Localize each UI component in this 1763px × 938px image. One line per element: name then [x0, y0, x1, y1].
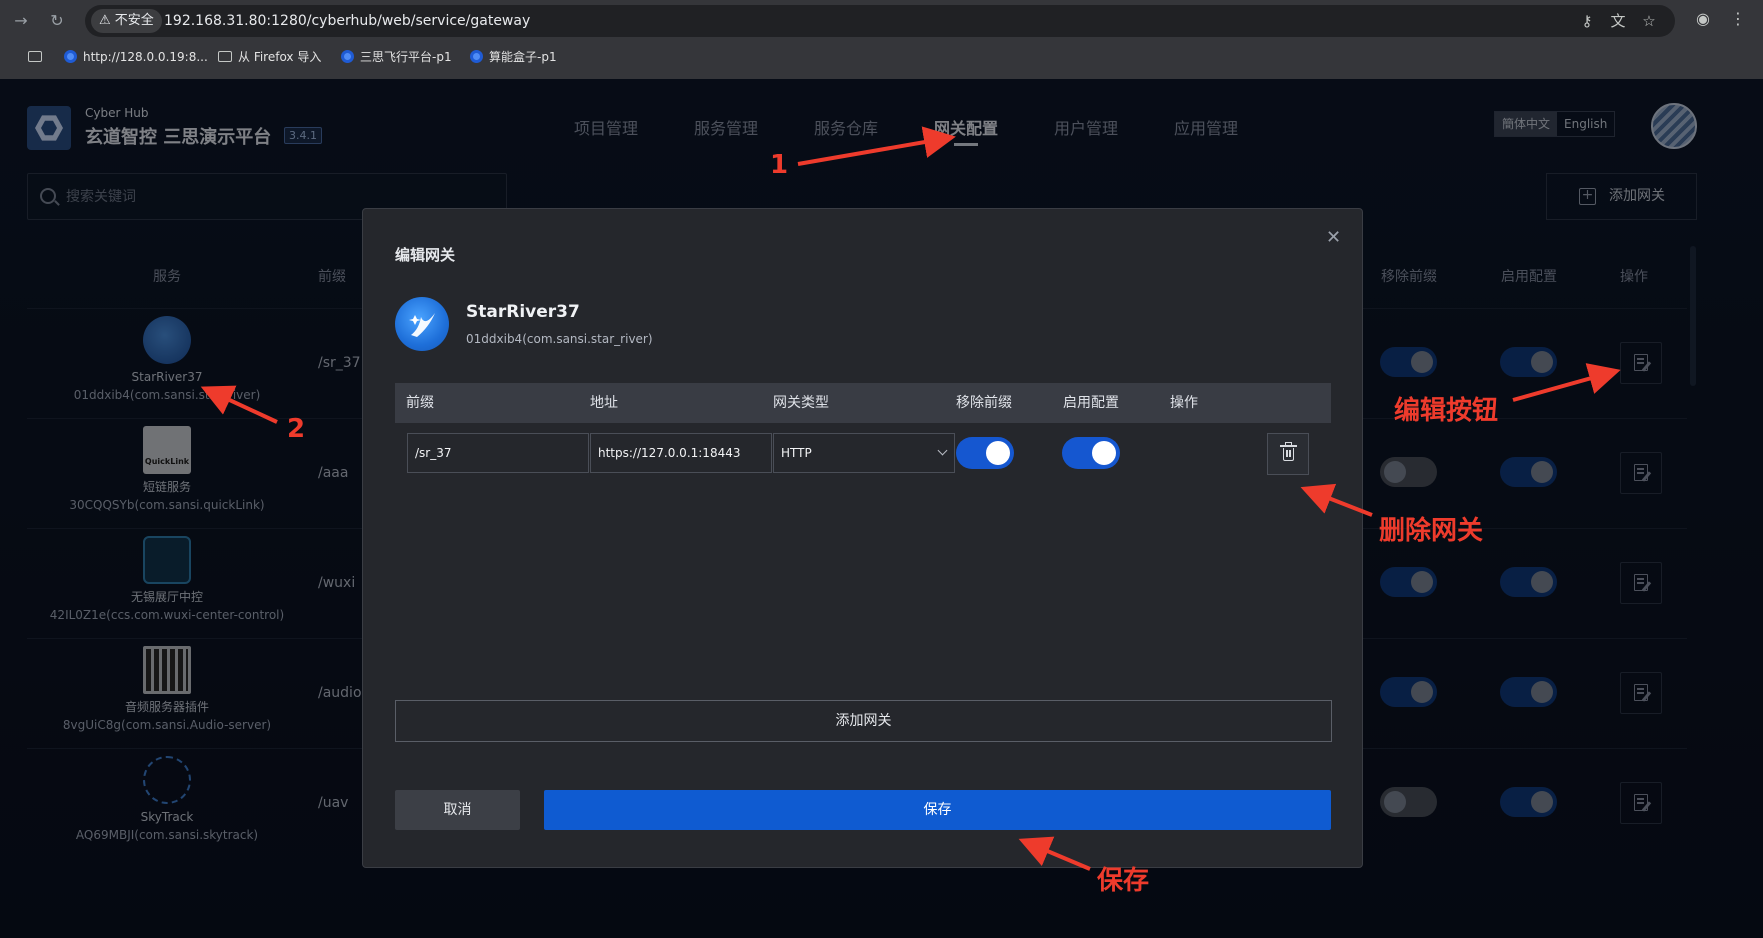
menu-icon[interactable]: ⋮ — [1727, 8, 1749, 30]
col-actions: 操作 — [1170, 395, 1198, 411]
prefix-input[interactable] — [407, 433, 589, 473]
insecure-label: 不安全 — [114, 13, 154, 28]
bookmark-label: 三思飞行平台-p1 — [360, 50, 452, 64]
bookmarks-bar: http://128.0.0.19:8... 从 Firefox 导入 三思飞行… — [0, 44, 1763, 70]
trash-icon — [1280, 442, 1297, 447]
address-input[interactable] — [590, 433, 772, 473]
col-gateway-type: 网关类型 — [773, 395, 829, 411]
bookmark-item[interactable]: 三思飞行平台-p1 — [341, 44, 452, 70]
star-icon[interactable]: ☆ — [1638, 10, 1660, 32]
folder-icon — [218, 51, 232, 62]
col-enabled: 启用配置 — [1063, 395, 1119, 411]
reload-icon[interactable]: ↻ — [44, 8, 70, 34]
star-river-icon — [395, 297, 449, 351]
edit-gateway-dialog: 编辑网关 ✕ StarRiver37 01ddxib4(com.sansi.st… — [362, 208, 1363, 868]
dialog-service-id: 01ddxib4(com.sansi.star_river) — [466, 332, 653, 346]
enabled-toggle[interactable] — [1062, 437, 1120, 469]
globe-icon — [341, 50, 354, 63]
url-text[interactable]: 192.168.31.80:1280/cyberhub/web/service/… — [164, 5, 530, 37]
save-button[interactable]: 保存 — [544, 790, 1331, 830]
chevron-down-icon — [937, 445, 948, 456]
close-icon[interactable]: ✕ — [1326, 227, 1341, 248]
bookmark-label: 从 Firefox 导入 — [238, 50, 322, 64]
bookmark-item[interactable]: 算能盒子-p1 — [470, 44, 557, 70]
globe-icon — [64, 50, 77, 63]
annotation-delete-gateway: 删除网关 — [1379, 516, 1484, 546]
dialog-service-name: StarRiver37 — [466, 302, 580, 322]
col-address: 地址 — [590, 395, 618, 411]
col-prefix: 前缀 — [406, 395, 434, 411]
insecure-badge[interactable]: ⚠ 不安全 — [91, 9, 162, 33]
browser-chrome: → ↻ ⚠ 不安全 192.168.31.80:1280/cyberhub/we… — [0, 0, 1763, 79]
bookmark-label: 算能盒子-p1 — [489, 50, 557, 64]
remove-prefix-toggle[interactable] — [956, 437, 1014, 469]
bookmark-item[interactable]: http://128.0.0.19:8... — [64, 44, 208, 70]
annotation-step-2: 2 — [287, 414, 306, 444]
dialog-title: 编辑网关 — [395, 246, 456, 264]
annotation-save: 保存 — [1097, 866, 1150, 896]
folder-icon[interactable] — [28, 44, 48, 70]
globe-icon — [470, 50, 483, 63]
bookmark-item[interactable]: 从 Firefox 导入 — [218, 44, 321, 70]
add-gateway-row-button[interactable]: 添加网关 — [395, 700, 1332, 742]
profile-icon[interactable]: ◉ — [1692, 8, 1714, 30]
address-bar[interactable]: ⚠ 不安全 192.168.31.80:1280/cyberhub/web/se… — [85, 5, 1675, 37]
gateway-type-value: HTTP — [781, 446, 812, 460]
gateway-type-select[interactable]: HTTP — [773, 433, 955, 473]
forward-icon[interactable]: → — [8, 8, 34, 34]
translate-icon[interactable]: 文 — [1607, 10, 1629, 32]
col-remove-prefix: 移除前缀 — [956, 395, 1012, 411]
annotation-step-1: 1 — [770, 150, 789, 180]
cancel-button[interactable]: 取消 — [395, 790, 520, 830]
delete-gateway-button[interactable] — [1267, 433, 1309, 475]
bookmark-label: http://128.0.0.19:8... — [83, 50, 208, 64]
key-icon[interactable]: ⚷ — [1576, 10, 1598, 32]
annotation-edit-button: 编辑按钮 — [1394, 396, 1499, 426]
gateway-table-header: 前缀 地址 网关类型 移除前缀 启用配置 操作 — [395, 383, 1331, 423]
